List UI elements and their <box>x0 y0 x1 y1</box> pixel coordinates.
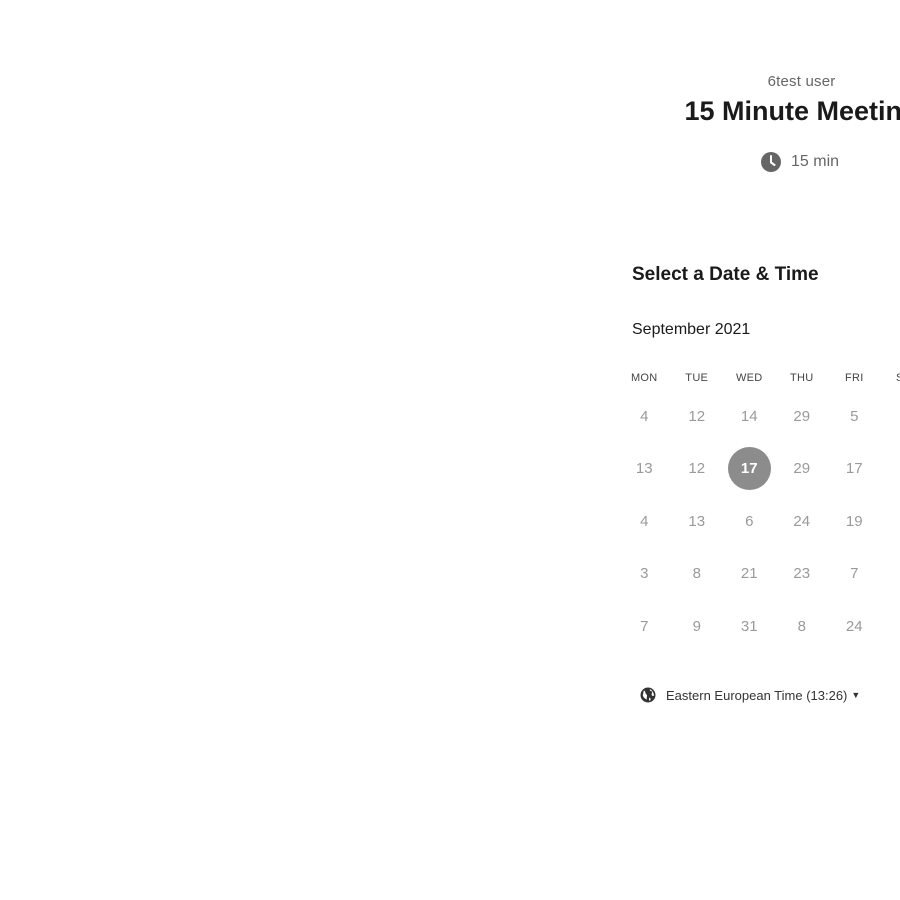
calendar-day[interactable]: 4 <box>618 499 671 543</box>
calendar-week: 3 8 21 23 7 <box>618 548 900 601</box>
calendar-day[interactable]: 13 <box>671 499 724 543</box>
globe-icon <box>640 687 656 703</box>
calendar-week: 13 12 17 29 17 <box>618 443 900 496</box>
weekday-header: MON TUE WED THU FRI SAT <box>618 372 900 384</box>
weekday-label: TUE <box>685 372 709 384</box>
weekday-label: THU <box>789 372 814 384</box>
calendar-day[interactable]: 14 <box>723 394 776 438</box>
event-title: 15 Minute Meeting <box>684 96 900 126</box>
calendar-day[interactable]: 24 <box>828 604 881 648</box>
timezone-selector[interactable]: Eastern European Time (13:26) ▼ <box>640 687 860 703</box>
calendar-day[interactable]: 2 <box>881 604 900 648</box>
calendar-day[interactable] <box>881 447 900 491</box>
selected-day-label: 17 <box>727 447 771 491</box>
booking-page: 6test user 15 Minute Meeting 15 min Sele… <box>0 0 900 900</box>
calendar-day[interactable]: 29 <box>776 447 829 491</box>
calendar-day[interactable]: 8 <box>776 604 829 648</box>
calendar-day[interactable] <box>881 552 900 596</box>
duration-label: 15 min <box>791 153 840 170</box>
calendar-day[interactable] <box>881 499 900 543</box>
calendar-day-selected[interactable]: 17 <box>723 447 776 491</box>
calendar-day[interactable]: 23 <box>776 552 829 596</box>
clock-icon <box>761 152 781 172</box>
select-date-heading: Select a Date & Time <box>632 264 819 285</box>
calendar-day[interactable]: 5 <box>828 394 881 438</box>
caret-down-icon: ▼ <box>851 690 861 700</box>
calendar-day[interactable]: 6 <box>723 499 776 543</box>
weekday-label: SAT <box>896 372 900 384</box>
timezone-label: Eastern European Time (13:26) <box>666 687 848 703</box>
calendar-day[interactable]: 31 <box>723 604 776 648</box>
calendar-day[interactable]: 21 <box>723 552 776 596</box>
calendar-day[interactable]: 7 <box>828 552 881 596</box>
calendar-day[interactable]: 7 <box>618 604 671 648</box>
host-name: 6test user <box>767 73 836 90</box>
calendar-day[interactable]: 24 <box>776 499 829 543</box>
weekday-label: FRI <box>844 372 864 384</box>
calendar-week: 4 13 6 24 19 <box>618 495 900 548</box>
calendar-day[interactable]: 12 <box>671 394 724 438</box>
calendar-day[interactable]: 17 <box>828 447 881 491</box>
calendar-day[interactable]: 13 <box>618 447 671 491</box>
booking-panel: 6test user 15 Minute Meeting 15 min Sele… <box>600 0 900 900</box>
calendar-day[interactable]: 8 <box>671 552 724 596</box>
calendar-day[interactable]: 3 <box>881 394 900 438</box>
calendar-day[interactable]: 29 <box>776 394 829 438</box>
calendar-day[interactable]: 19 <box>828 499 881 543</box>
weekday-label: MON <box>630 372 658 384</box>
calendar-week: 4 12 14 29 5 3 <box>618 390 900 443</box>
event-duration: 15 min <box>761 152 839 172</box>
calendar-grid: 4 12 14 29 5 3 13 12 17 29 17 4 13 6 <box>618 390 900 653</box>
calendar-day[interactable]: 12 <box>671 447 724 491</box>
calendar-week: 7 9 31 8 24 2 <box>618 600 900 653</box>
month-label: September 2021 <box>632 321 751 338</box>
calendar-day[interactable]: 3 <box>618 552 671 596</box>
calendar-day[interactable]: 9 <box>671 604 724 648</box>
weekday-label: WED <box>735 372 763 384</box>
calendar-day[interactable]: 4 <box>618 394 671 438</box>
